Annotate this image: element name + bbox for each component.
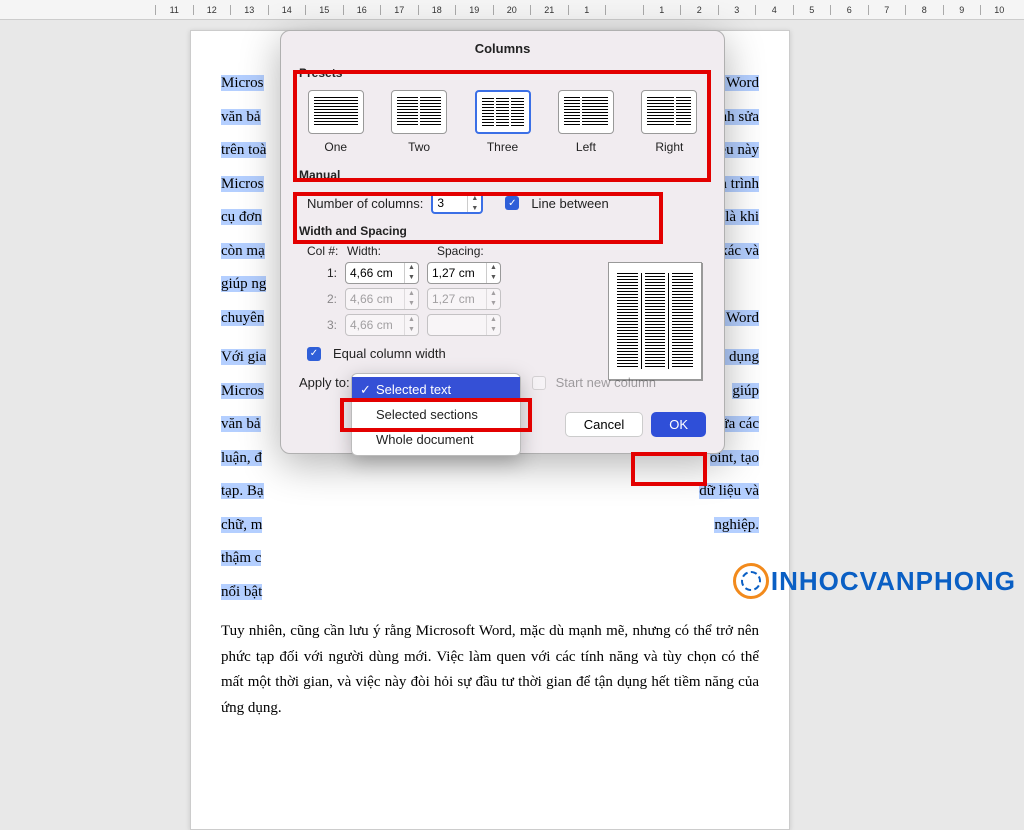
ok-button[interactable]: OK — [651, 412, 706, 437]
equal-width-label: Equal column width — [333, 346, 446, 361]
num-columns-label: Number of columns: — [307, 196, 423, 211]
line-between-checkbox[interactable]: ✓ — [505, 196, 519, 210]
spacing-stepper-3: ▲▼ — [427, 314, 501, 336]
width-spacing-label: Width and Spacing — [299, 224, 706, 238]
apply-option-selected-text[interactable]: Selected text — [352, 377, 520, 402]
start-new-column-label: Start new column — [556, 375, 656, 390]
start-new-column-checkbox — [532, 376, 546, 390]
presets-label: Presets — [299, 66, 706, 80]
logo-text: INHOCVANPHONG — [771, 566, 1016, 597]
apply-option-selected-sections[interactable]: Selected sections — [352, 402, 520, 427]
stepper-down-icon[interactable]: ▼ — [468, 204, 481, 214]
width-stepper-3: ▲▼ — [345, 314, 419, 336]
watermark-logo: INHOCVANPHONG — [733, 563, 1016, 599]
spacing-stepper-1[interactable]: ▲▼ — [427, 262, 501, 284]
stepper-up-icon[interactable]: ▲ — [468, 194, 481, 204]
apply-to-label: Apply to: — [299, 375, 350, 390]
horizontal-ruler: 11 12 13 14 15 16 17 18 19 20 21 1 1 2 3… — [0, 0, 1024, 20]
columns-preview — [608, 262, 702, 380]
presets-row: One Two Three Left Right — [299, 86, 706, 162]
col-number-header: Col #: — [307, 244, 347, 258]
columns-dialog: Columns Presets One Two Three Left Right — [280, 30, 725, 454]
ruler-tick: 11 — [155, 5, 193, 15]
preset-three[interactable]: Three — [468, 90, 537, 154]
line-between-label: Line between — [531, 196, 608, 211]
apply-option-whole-document[interactable]: Whole document — [352, 427, 520, 452]
preset-one[interactable]: One — [301, 90, 370, 154]
width-stepper-1[interactable]: ▲▼ — [345, 262, 419, 284]
spacing-stepper-2: ▲▼ — [427, 288, 501, 310]
body-paragraph[interactable]: Tuy nhiên, cũng cần lưu ý rằng Microsoft… — [221, 619, 759, 721]
preset-two[interactable]: Two — [384, 90, 453, 154]
spacing-header: Spacing: — [437, 244, 484, 258]
dialog-title: Columns — [281, 31, 724, 62]
preset-left[interactable]: Left — [551, 90, 620, 154]
cancel-button[interactable]: Cancel — [565, 412, 643, 437]
logo-icon — [733, 563, 769, 599]
num-columns-input[interactable] — [433, 196, 467, 210]
preset-right[interactable]: Right — [635, 90, 704, 154]
num-columns-stepper[interactable]: ▲▼ — [431, 192, 483, 214]
selected-text[interactable]: Micros — [221, 75, 264, 91]
width-stepper-2: ▲▼ — [345, 288, 419, 310]
width-header: Width: — [347, 244, 437, 258]
manual-label: Manual — [299, 168, 706, 182]
apply-to-dropdown[interactable]: Selected text Selected sections Whole do… — [351, 373, 521, 456]
equal-width-checkbox[interactable]: ✓ — [307, 347, 321, 361]
